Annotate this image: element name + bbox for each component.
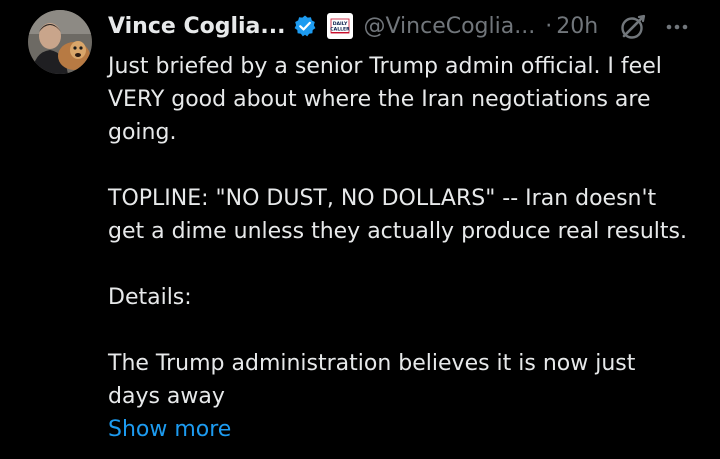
grok-icon[interactable] [618,12,648,42]
more-options-icon[interactable] [662,12,692,42]
tweet-header: Vince Coglia... DAILY CALLER @VinceCogli… [108,6,598,46]
timestamp[interactable]: 20h [556,14,598,39]
paragraph-break [108,314,708,347]
paragraph-break [108,149,708,182]
tweet-line: days away [108,384,225,409]
verified-badge-icon[interactable] [293,14,317,38]
affiliation-text-daily: DAILY [333,21,348,27]
tweet-text: Just briefed by a senior Trump admin off… [108,50,708,446]
tweet-line: Just briefed by a senior Trump admin off… [108,54,662,79]
tweet-line: get a dime unless they actually produce … [108,219,687,244]
display-name[interactable]: Vince Coglia... [108,14,285,39]
tweet-line: Details: [108,285,192,310]
author-handle[interactable]: @VinceCoglia... [363,14,535,39]
tweet-line: going. [108,120,177,145]
tweet-line: The Trump administration believes it is … [108,351,636,376]
separator-dot: · [545,13,553,39]
tweet-card[interactable]: Vince Coglia... DAILY CALLER @VinceCogli… [0,0,720,459]
tweet-line: VERY good about where the Iran negotiati… [108,87,651,112]
affiliation-badge-icon[interactable]: DAILY CALLER [327,13,354,39]
avatar[interactable] [28,10,92,74]
affiliation-text-caller: CALLER [331,27,351,33]
show-more-link[interactable]: Show more [108,413,708,446]
paragraph-break [108,248,708,281]
tweet-line: TOPLINE: "NO DUST, NO DOLLARS" -- Iran d… [108,186,657,211]
